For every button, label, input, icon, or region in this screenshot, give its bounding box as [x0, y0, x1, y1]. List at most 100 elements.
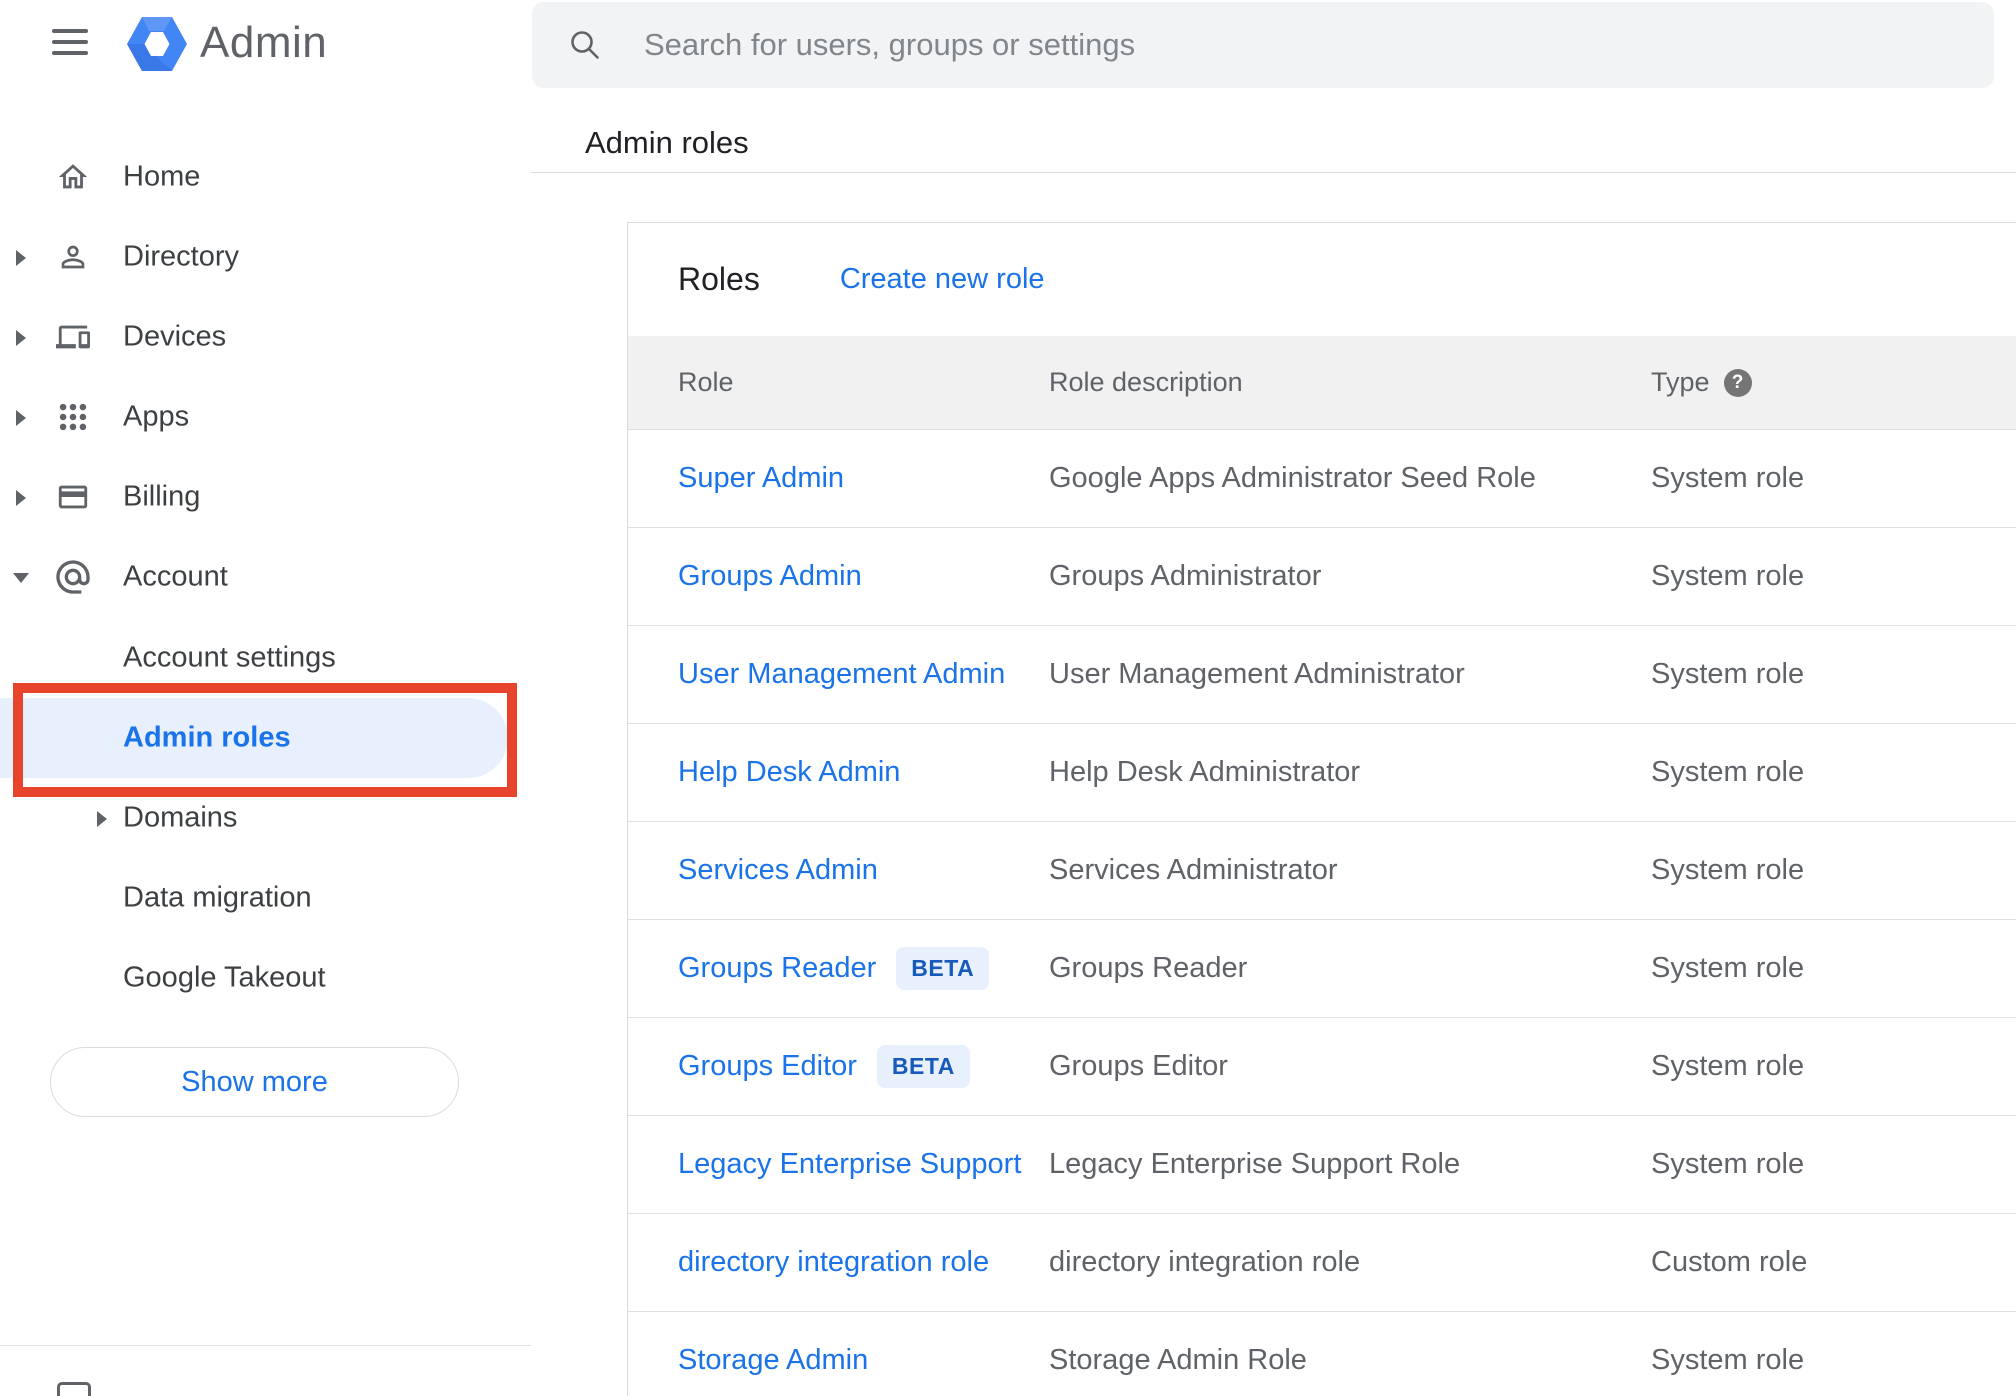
expand-arrow-icon[interactable] [16, 490, 26, 506]
at-icon [53, 557, 90, 594]
header-divider [531, 172, 2016, 173]
role-link[interactable]: Super Admin [678, 462, 844, 495]
sidebar-item-label: Home [123, 160, 201, 193]
role-type-text: System role [1651, 462, 1805, 494]
role-type-cell: System role [1651, 724, 1804, 821]
beta-badge: BETA [896, 947, 990, 990]
app-title: Admin [200, 18, 328, 67]
role-cell: User Management Admin [678, 626, 1005, 723]
role-link[interactable]: Storage Admin [678, 1344, 868, 1377]
home-icon [56, 160, 90, 194]
role-description-text: Google Apps Administrator Seed Role [1049, 462, 1536, 494]
table-row: User Management Admin User Management Adm… [628, 626, 2016, 724]
expand-arrow-icon[interactable] [97, 811, 107, 827]
admin-logo-icon [127, 17, 187, 71]
role-link[interactable]: Services Admin [678, 854, 878, 887]
beta-badge: BETA [876, 1045, 970, 1088]
search-icon [571, 31, 599, 59]
table-row: Super Admin Google Apps Administrator See… [628, 430, 2016, 528]
role-type-text: System role [1651, 1148, 1805, 1180]
sidebar-item-devices[interactable]: Devices [0, 297, 531, 377]
role-description-text: Groups Reader [1049, 952, 1248, 984]
table-row: Legacy Enterprise Support Legacy Enterpri… [628, 1116, 2016, 1214]
role-link[interactable]: Help Desk Admin [678, 756, 900, 789]
sidebar-item-label: Data migration [123, 881, 312, 914]
roles-title: Roles [678, 261, 760, 297]
sidebar-item-label: Account settings [123, 641, 336, 674]
role-link[interactable]: Legacy Enterprise Support [678, 1148, 1021, 1181]
sidebar-item-admin-roles[interactable]: Admin roles [0, 698, 531, 778]
role-cell: Groups Admin [678, 528, 862, 625]
sidebar-item-account[interactable]: Account [0, 537, 531, 617]
sidebar-item-label: Google Takeout [123, 961, 326, 994]
role-description-text: Services Administrator [1049, 854, 1338, 886]
role-type-cell: System role [1651, 1312, 1804, 1396]
role-type-text: System role [1651, 1050, 1805, 1082]
table-row: Groups Admin Groups Administrator System r… [628, 528, 2016, 626]
table-row: directory integration role directory inte… [628, 1214, 2016, 1312]
role-cell: Help Desk Admin [678, 724, 900, 821]
role-type-cell: System role [1651, 430, 1804, 527]
breadcrumb: Admin roles [585, 125, 749, 160]
role-description-cell: directory integration role [1049, 1214, 1360, 1311]
role-link[interactable]: Groups Editor [678, 1050, 857, 1083]
apps-icon [56, 400, 90, 434]
person-icon [56, 240, 90, 274]
role-cell: Storage Admin [678, 1312, 868, 1396]
expand-arrow-icon[interactable] [16, 410, 26, 426]
role-description-cell: Groups Administrator [1049, 528, 1321, 625]
role-type-text: Custom role [1651, 1246, 1808, 1278]
column-header-role: Role [678, 367, 734, 397]
role-link[interactable]: User Management Admin [678, 658, 1005, 691]
sidebar-item-data-migration[interactable]: Data migration [0, 858, 531, 938]
expand-arrow-icon[interactable] [16, 250, 26, 266]
role-description-cell: User Management Administrator [1049, 626, 1465, 723]
sidebar-item-account-settings[interactable]: Account settings [0, 618, 531, 698]
role-description-cell: Legacy Enterprise Support Role [1049, 1116, 1460, 1213]
sidebar: Admin Home Directory Devices Apps Billing Acc… [0, 0, 531, 1396]
sidebar-item-billing[interactable]: Billing [0, 457, 531, 537]
column-header-role-description: Role description [1049, 367, 1243, 397]
help-icon[interactable]: ? [1723, 368, 1752, 397]
role-link[interactable]: directory integration role [678, 1246, 989, 1279]
role-description-cell: Groups Editor [1049, 1018, 1228, 1115]
role-type-cell: System role [1651, 1018, 1804, 1115]
table-row: Groups Editor BETA Groups Editor System rol… [628, 1018, 2016, 1116]
sidebar-item-label: Admin roles [123, 721, 291, 754]
collapse-arrow-icon[interactable] [13, 573, 29, 583]
role-description-cell: Groups Reader [1049, 920, 1247, 1017]
table-row: Services Admin Services Administrator Syst… [628, 822, 2016, 920]
sidebar-item-label: Domains [123, 801, 238, 834]
role-cell: Groups Reader BETA [678, 920, 990, 1017]
role-description-text: Legacy Enterprise Support Role [1049, 1148, 1461, 1180]
role-description-text: Storage Admin Role [1049, 1344, 1307, 1376]
create-new-role-link[interactable]: Create new role [840, 263, 1045, 296]
expand-arrow-icon[interactable] [16, 330, 26, 346]
sidebar-item-google-takeout[interactable]: Google Takeout [0, 938, 531, 1018]
role-description-text: User Management Administrator [1049, 658, 1465, 690]
role-cell: Super Admin [678, 430, 844, 527]
search-bar[interactable]: Search for users, groups or settings [532, 2, 1994, 88]
show-more-button[interactable]: Show more [50, 1047, 459, 1117]
role-description-text: Help Desk Administrator [1049, 756, 1361, 788]
sidebar-item-home[interactable]: Home [0, 137, 531, 217]
role-cell: Groups Editor BETA [678, 1018, 970, 1115]
table-header-row: Role Role description Type ? [628, 336, 2016, 430]
sidebar-item-label: Directory [123, 240, 240, 273]
role-type-cell: Custom role [1651, 1214, 1807, 1311]
roles-card: Roles Create new role Role Role descript… [627, 222, 2016, 1396]
sidebar-item-label: Account [123, 560, 228, 593]
role-link[interactable]: Groups Admin [678, 560, 862, 593]
sidebar-item-label: Apps [123, 400, 190, 433]
role-description-text: Groups Administrator [1049, 560, 1322, 592]
sidebar-item-apps[interactable]: Apps [0, 377, 531, 457]
role-description-cell: Help Desk Administrator [1049, 724, 1360, 821]
sidebar-item-directory[interactable]: Directory [0, 217, 531, 297]
column-header-type: Type ? [1651, 336, 1752, 429]
role-type-text: System role [1651, 1344, 1805, 1376]
sidebar-item-domains[interactable]: Domains [0, 778, 531, 858]
role-type-text: System role [1651, 560, 1805, 592]
role-link[interactable]: Groups Reader [678, 952, 876, 985]
roles-table-body: Super Admin Google Apps Administrator See… [628, 430, 2016, 1396]
menu-hamburger-icon[interactable] [52, 29, 88, 55]
